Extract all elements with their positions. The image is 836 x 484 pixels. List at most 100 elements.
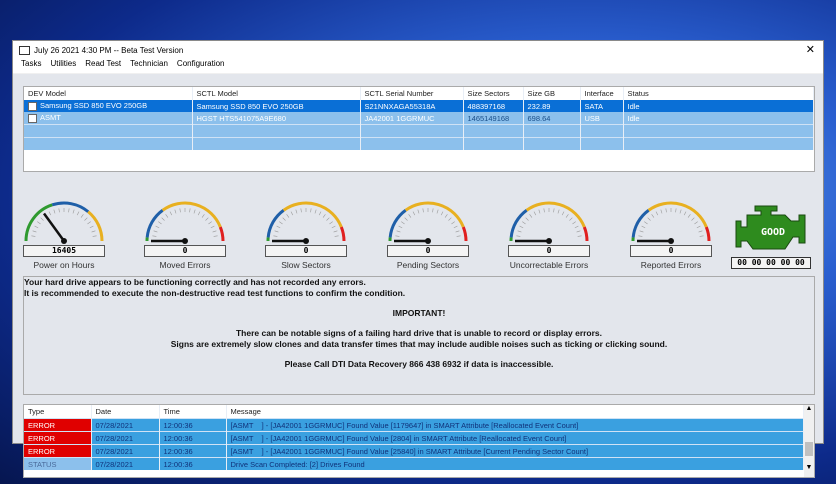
gauge-dial — [145, 201, 225, 244]
title-bar: July 26 2021 4:30 PM -- Beta Test Versio… — [13, 41, 823, 59]
engine-status-icon: GOOD — [733, 204, 809, 261]
gauge-pending-sectors: 0 Pending Sectors — [378, 200, 478, 270]
log-message: [ASMT ] - [JA42001 1GGRMUC] Found Value … — [226, 431, 804, 445]
cell: Idle — [623, 112, 814, 125]
log-time: 12:00:36 — [159, 444, 227, 458]
log-type: STATUS — [24, 457, 92, 470]
gauge-value: 0 — [387, 245, 469, 257]
log-row[interactable]: ERROR 07/28/2021 12:00:36 [ASMT ] - [JA4200… — [24, 418, 804, 432]
menu-bar: Tasks Utilities Read Test Technician Con… — [13, 59, 823, 73]
drive-row[interactable]: Samsung SSD 850 EVO 250GB Samsung SSD 85… — [24, 100, 814, 112]
gauge-label: Uncorrectable Errors — [509, 260, 589, 270]
gauge-dial — [509, 201, 589, 244]
cell: 232.89 — [523, 100, 581, 112]
cell: ASMT — [40, 113, 61, 123]
col-interface[interactable]: Interface — [580, 87, 624, 100]
event-log: Type Date Time Message ERROR 07/28/2021 12… — [23, 404, 815, 478]
gauge-label: Power on Hours — [33, 260, 95, 270]
log-time: 12:00:36 — [159, 431, 227, 445]
gauge-needle — [43, 212, 66, 242]
drive-row[interactable]: ASMT HGST HTS541075A9E680 JA42001 1GGRMU… — [24, 112, 814, 125]
log-row[interactable]: ERROR 07/28/2021 12:00:36 [ASMT ] - [JA4200… — [24, 431, 804, 445]
cell: Samsung SSD 850 EVO 250GB — [192, 100, 361, 112]
menu-utilities[interactable]: Utilities — [50, 59, 76, 73]
log-date: 07/28/2021 — [91, 431, 160, 445]
col-status[interactable]: Status — [623, 87, 814, 100]
app-window: July 26 2021 4:30 PM -- Beta Test Versio… — [12, 40, 824, 478]
message-line: Please Call DTI Data Recovery 866 438 69… — [284, 359, 554, 369]
gauge-label: Slow Sectors — [281, 260, 331, 270]
col-size-gb[interactable]: Size GB — [523, 87, 581, 100]
drive-checkbox[interactable] — [28, 101, 37, 111]
scroll-down-icon[interactable]: ▼ — [804, 464, 814, 471]
log-date: 07/28/2021 — [91, 418, 160, 432]
cell: S21NNXAGA55318A — [360, 100, 464, 112]
message-line: Your hard drive appears to be functionin… — [24, 277, 366, 287]
menu-technician[interactable]: Technician — [130, 59, 168, 73]
scroll-up-icon[interactable]: ▲ — [804, 405, 814, 412]
close-button[interactable]: ✕ — [806, 43, 815, 56]
gauge-reported-errors: 0 Reported Errors — [621, 200, 721, 270]
menu-tasks[interactable]: Tasks — [21, 59, 41, 73]
gauge-value: 0 — [630, 245, 712, 257]
log-type: ERROR — [24, 431, 92, 445]
gauge-value: 0 — [144, 245, 226, 257]
col-sctl-model[interactable]: SCTL Model — [192, 87, 361, 100]
gauge-label: Moved Errors — [159, 260, 211, 270]
log-row[interactable]: STATUS 07/28/2021 12:00:36 Drive Scan Compl… — [24, 457, 804, 470]
cell: HGST HTS541075A9E680 — [192, 112, 361, 125]
gauge-label: Reported Errors — [640, 260, 702, 270]
message-panel: Your hard drive appears to be functionin… — [23, 276, 815, 395]
app-icon — [19, 45, 30, 55]
gauge-value: 0 — [508, 245, 590, 257]
cell: Idle — [623, 100, 814, 112]
log-row[interactable]: ERROR 07/28/2021 12:00:36 [ASMT ] - [JA4200… — [24, 444, 804, 458]
log-scrollbar[interactable]: ▲ ▼ — [804, 405, 814, 477]
log-date: 07/28/2021 — [91, 457, 160, 470]
gauge-dial — [631, 201, 711, 244]
cell: USB — [580, 112, 624, 125]
col-size-sectors[interactable]: Size Sectors — [463, 87, 524, 100]
log-type: ERROR — [24, 444, 92, 458]
col-serial[interactable]: SCTL Serial Number — [360, 87, 464, 100]
cell: JA42001 1GGRMUC — [360, 112, 464, 125]
col-type[interactable]: Type — [24, 405, 92, 419]
log-date: 07/28/2021 — [91, 444, 160, 458]
drive-list-header: DEV Model SCTL Model SCTL Serial Number … — [24, 87, 814, 100]
menu-configuration[interactable]: Configuration — [177, 59, 225, 73]
gauge-dial — [388, 201, 468, 244]
col-time[interactable]: Time — [159, 405, 227, 419]
message-line: It is recommended to execute the non-des… — [24, 288, 406, 298]
gauge-power-on-hours: 16405 Power on Hours — [14, 200, 114, 270]
scroll-thumb[interactable] — [805, 442, 813, 456]
log-message: [ASMT ] - [JA42001 1GGRMUC] Found Value … — [226, 418, 804, 432]
col-dev-model[interactable]: DEV Model — [24, 87, 193, 100]
gauge-label: Pending Sectors — [396, 260, 460, 270]
log-time: 12:00:36 — [159, 418, 227, 432]
menu-read-test[interactable]: Read Test — [85, 59, 121, 73]
gauge-moved-errors: 0 Moved Errors — [135, 200, 235, 270]
gauge-value: 0 — [265, 245, 347, 257]
error-code: 00 00 00 00 00 — [731, 257, 811, 269]
gauge-slow-sectors: 0 Slow Sectors — [256, 200, 356, 270]
gauge-value: 16405 — [23, 245, 105, 257]
cell: 1465149168 — [463, 112, 524, 125]
log-header: Type Date Time Message — [24, 405, 804, 419]
cell: 698.64 — [523, 112, 581, 125]
status-badge: GOOD — [761, 227, 785, 238]
log-type: ERROR — [24, 418, 92, 432]
window-title: July 26 2021 4:30 PM -- Beta Test Versio… — [34, 45, 184, 55]
gauge-dial — [24, 201, 104, 244]
cell: 488397168 — [463, 100, 524, 112]
drive-list: DEV Model SCTL Model SCTL Serial Number … — [23, 86, 815, 172]
log-message: [ASMT ] - [JA42001 1GGRMUC] Found Value … — [226, 444, 804, 458]
col-date[interactable]: Date — [91, 405, 160, 419]
drive-checkbox[interactable] — [28, 113, 37, 123]
col-message[interactable]: Message — [226, 405, 804, 419]
important-heading: IMPORTANT! — [392, 308, 446, 318]
message-line: There can be notable signs of a failing … — [235, 328, 603, 338]
log-time: 12:00:36 — [159, 457, 227, 470]
gauge-dial — [266, 201, 346, 244]
log-message: Drive Scan Completed: [2] Drives Found — [226, 457, 804, 470]
message-line: Signs are extremely slow clones and data… — [170, 339, 668, 349]
